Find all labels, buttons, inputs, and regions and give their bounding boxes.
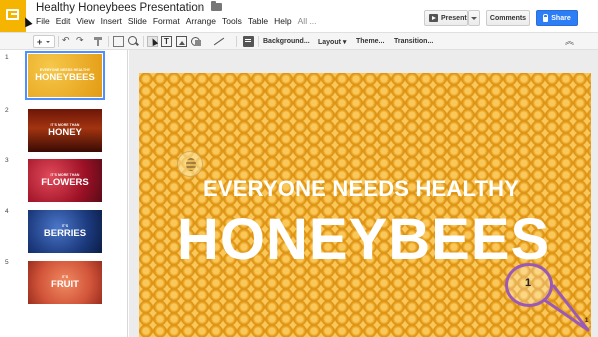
layout-button[interactable]: Layout ▾ xyxy=(318,35,346,48)
menu-view[interactable]: View xyxy=(76,16,100,26)
slide-number: 4 xyxy=(5,208,9,215)
slide-subtitle[interactable]: EVERYONE NEEDS HEALTHY xyxy=(203,176,519,202)
theme-button[interactable]: Theme... xyxy=(356,35,384,48)
present-play-icon xyxy=(429,14,438,22)
slide-thumbnail-2[interactable]: IT'S MORE THAN HONEY xyxy=(28,109,102,152)
slide-thumbnail-4[interactable]: IT'S BERRIES xyxy=(28,210,102,253)
line-icon[interactable] xyxy=(213,36,224,47)
star-icon[interactable]: ☆ xyxy=(194,1,204,14)
document-title[interactable]: Healthy Honeybees Presentation xyxy=(36,2,204,14)
menu-edit[interactable]: Edit xyxy=(56,16,77,26)
current-slide[interactable]: EVERYONE NEEDS HEALTHY HONEYBEES 1 1 xyxy=(139,73,591,337)
slide-title[interactable]: HONEYBEES xyxy=(177,211,550,269)
thumb-big-text: FLOWERS xyxy=(41,177,89,189)
present-label: Present xyxy=(441,14,467,22)
header: Healthy Honeybees Presentation ☆ File Ed… xyxy=(0,0,598,32)
comments-button[interactable]: Comments xyxy=(486,10,530,26)
toolbar-divider xyxy=(143,36,144,47)
menu-file[interactable]: File xyxy=(36,16,56,26)
zoom-icon[interactable] xyxy=(128,36,139,47)
slides-logo-icon[interactable] xyxy=(0,0,26,32)
toolbar-divider xyxy=(108,36,109,47)
bee-icon xyxy=(177,151,203,177)
transition-button[interactable]: Transition... xyxy=(394,35,433,48)
folder-icon[interactable] xyxy=(211,1,222,11)
background-button[interactable]: Background... xyxy=(263,35,310,48)
text-box-icon[interactable]: T xyxy=(161,36,172,47)
slide-thumbnail-1[interactable]: EVERYONE NEEDS HEALTHY HONEYBEES xyxy=(25,51,105,100)
collapse-toolbar-icon[interactable]: ︽ xyxy=(565,34,574,47)
comment-icon[interactable] xyxy=(243,36,254,47)
menu-insert[interactable]: Insert xyxy=(101,16,128,26)
present-dropdown-button[interactable] xyxy=(468,10,480,26)
menu-tools[interactable]: Tools xyxy=(222,16,248,26)
menu-format[interactable]: Format xyxy=(153,16,186,26)
share-label: Share xyxy=(551,14,571,22)
slide-number: 1 xyxy=(5,54,9,61)
slide-number: 2 xyxy=(5,107,9,114)
menu-slide[interactable]: Slide xyxy=(128,16,153,26)
slides-app: Healthy Honeybees Presentation ☆ File Ed… xyxy=(0,0,598,337)
menu-bar: File Edit View Insert Slide Format Arran… xyxy=(36,16,323,26)
thumb-big-text: HONEYBEES xyxy=(35,72,95,84)
callout-end-label: 1 xyxy=(585,318,589,324)
zoom-fit-icon[interactable] xyxy=(113,36,124,47)
menu-table[interactable]: Table xyxy=(248,16,274,26)
slide-number: 5 xyxy=(5,259,9,266)
toolbar-divider xyxy=(236,36,237,47)
shape-icon[interactable] xyxy=(191,36,202,47)
menu-arrange[interactable]: Arrange xyxy=(186,16,222,26)
thumb-big-text: HONEY xyxy=(48,127,82,139)
share-button[interactable]: Share xyxy=(536,10,578,26)
slide-canvas: EVERYONE NEEDS HEALTHY HONEYBEES 1 1 xyxy=(129,50,598,337)
lock-icon xyxy=(543,13,549,22)
slide-filmstrip: 1 EVERYONE NEEDS HEALTHY HONEYBEES 2 IT'… xyxy=(0,50,128,337)
slide-number: 3 xyxy=(5,157,9,164)
image-icon[interactable] xyxy=(176,36,187,47)
select-tool-icon[interactable] xyxy=(147,36,158,47)
callout-label: 1 xyxy=(525,277,532,289)
slide-thumbnail-5[interactable]: IT'S FRUIT xyxy=(28,261,102,304)
toolbar-divider xyxy=(258,36,259,47)
present-button[interactable]: Present xyxy=(424,10,468,26)
slide-thumbnail-3[interactable]: IT'S MORE THAN FLOWERS xyxy=(28,159,102,202)
thumb-big-text: BERRIES xyxy=(43,228,87,240)
redo-icon[interactable]: ↷ xyxy=(76,34,84,47)
toolbar-divider xyxy=(58,36,59,47)
toolbar: + ↶ ↷ T Background... Layout ▾ Theme... … xyxy=(0,32,598,50)
new-slide-button[interactable]: + xyxy=(33,35,55,48)
paint-format-icon[interactable] xyxy=(93,36,104,47)
undo-icon[interactable]: ↶ xyxy=(62,34,70,47)
menu-all-changes[interactable]: All ... xyxy=(298,16,323,26)
menu-help[interactable]: Help xyxy=(274,16,297,26)
thumb-big-text: FRUIT xyxy=(51,279,79,291)
